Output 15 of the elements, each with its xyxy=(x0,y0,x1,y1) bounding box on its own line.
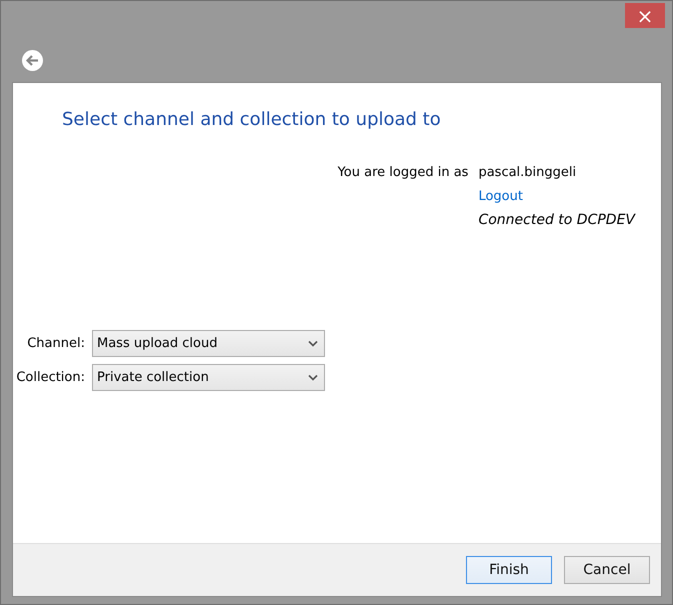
field-label: Collection: xyxy=(15,370,85,385)
finish-button[interactable]: Finish xyxy=(466,556,552,584)
close-button[interactable]: × xyxy=(625,3,665,28)
cancel-button[interactable]: Cancel xyxy=(564,556,650,584)
logout-link[interactable]: Logout xyxy=(478,187,635,206)
chevron-down-icon xyxy=(308,374,318,381)
login-label: You are logged in as xyxy=(338,164,468,182)
field-label: Channel: xyxy=(26,336,85,351)
page-title: Select channel and collection to upload to xyxy=(62,109,442,130)
dropdown[interactable]: Mass upload cloud xyxy=(92,330,325,357)
chevron-down-icon xyxy=(308,340,318,347)
connection-status: Connected to DCPDEV xyxy=(478,211,635,230)
back-icon[interactable] xyxy=(21,49,44,72)
dropdown[interactable]: Private collection xyxy=(92,364,325,391)
username: pascal.binggeli xyxy=(478,164,578,182)
